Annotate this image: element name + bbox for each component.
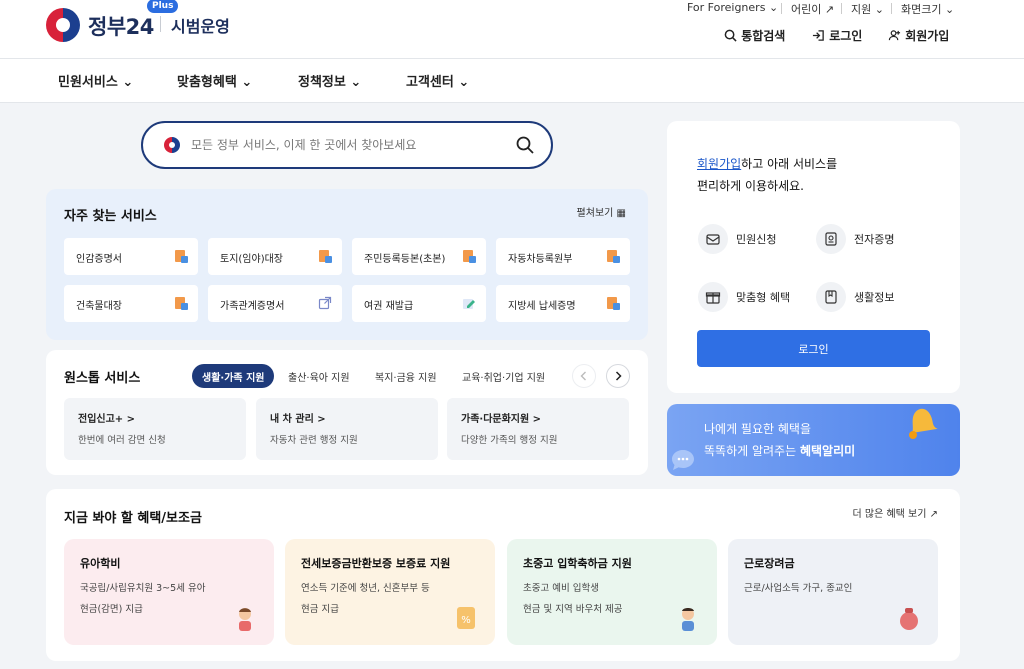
signup-link[interactable]: 회원가입 <box>697 157 741 171</box>
quick-link-label[interactable]: 맞춤형 혜택 <box>736 289 790 305</box>
benefit-card[interactable]: 초중고 입학축하금 지원 초중고 예비 입학생 현금 및 지역 바우처 제공 <box>507 539 717 645</box>
signup-prompt-text: 회원가입하고 아래 서비스를 편리하게 이용하세요. <box>697 157 838 193</box>
external-link-icon <box>318 296 332 310</box>
gnb-customer-center[interactable]: 고객센터 ⌄ <box>406 71 469 90</box>
expand-button[interactable]: 펼쳐보기 ▦ <box>577 204 626 219</box>
benefit-card[interactable]: 전세보증금반환보증 보증료 지원 연소득 기준에 청년, 신혼부부 등 현금 지… <box>285 539 495 645</box>
quick-link-label[interactable]: 민원신청 <box>736 231 776 247</box>
tab-welfare-finance[interactable]: 복지·금융 지원 <box>375 364 437 388</box>
document-icon <box>463 250 476 263</box>
utility-divider <box>841 3 842 14</box>
student-icon <box>682 608 694 631</box>
benefit-alert-banner[interactable]: 나에게 필요한 혜택을 똑똑하게 알려주는 혜택알리미 <box>667 404 960 476</box>
one-stop-card[interactable]: 가족·다문화지원 > 다양한 가족의 행정 지원 <box>447 398 629 460</box>
tab-birth-childcare[interactable]: 출산·육아 지원 <box>288 364 350 388</box>
quick-link-label[interactable]: 전자증명 <box>854 231 894 247</box>
chevron-down-icon: ⌄ <box>944 3 955 16</box>
banner-line2: 똑똑하게 알려주는 혜택알리미 <box>704 444 856 458</box>
chevron-down-icon: ⌄ <box>350 75 362 90</box>
logo-text[interactable]: 정부24 <box>88 11 154 41</box>
chevron-down-icon: ⌄ <box>874 3 884 16</box>
main-navigation: 민원서비스 ⌄ 맞춤형혜택 ⌄ 정책정보 ⌄ 고객센터 ⌄ <box>0 59 1024 103</box>
tab-life-family[interactable]: 생활·가족 지원 <box>192 364 275 388</box>
search-icon <box>724 29 737 42</box>
signup-prompt-panel: 회원가입하고 아래 서비스를 편리하게 이용하세요. 민원신청 전자증명 맞춤형… <box>667 121 960 393</box>
service-chip[interactable]: 자동차등록원부 <box>496 238 630 275</box>
pencil-icon <box>463 299 475 309</box>
login-link[interactable]: 로그인 <box>812 27 862 44</box>
service-chip[interactable]: 가족관계증명서 <box>208 285 342 322</box>
add-user-icon <box>888 30 901 41</box>
service-chip[interactable]: 인감증명서 <box>64 238 198 275</box>
bell-icon <box>909 408 938 439</box>
chevron-down-icon: ⌄ <box>241 75 253 90</box>
gnb-civil-services[interactable]: 민원서비스 ⌄ <box>58 71 133 90</box>
site-header: 정부24 Plus 시범운영 For Foreigners ⌄ 어린이 ↗ 지원… <box>0 0 1024 59</box>
money-bag-icon <box>900 608 918 630</box>
frequent-services-panel: 자주 찾는 서비스 펼쳐보기 ▦ 인감증명서 토지(임야)대장 주민등록등본(초… <box>46 189 648 340</box>
civil-application-icon[interactable] <box>698 224 728 254</box>
chevron-left-icon <box>580 371 586 381</box>
chevron-down-icon: ⌄ <box>122 75 134 90</box>
logo-divider <box>160 16 161 32</box>
service-chip[interactable]: 건축물대장 <box>64 285 198 322</box>
next-button[interactable] <box>606 364 630 388</box>
chevron-right-icon <box>615 371 622 381</box>
benefits-section: 지금 봐야 할 혜택/보조금 더 많은 혜택 보기 ↗ 유아학비 국공립/사립유… <box>46 489 960 661</box>
section-title: 지금 봐야 할 혜택/보조금 <box>64 511 202 526</box>
tab-education-jobs[interactable]: 교육·취업·기업 지원 <box>462 364 545 388</box>
book-icon[interactable] <box>816 282 846 312</box>
utility-divider <box>891 3 892 14</box>
search-icon[interactable] <box>515 135 535 155</box>
e-certificate-icon[interactable] <box>816 224 846 254</box>
logo-subtitle: 시범운영 <box>171 17 230 36</box>
external-link-icon: ↗ <box>929 509 938 520</box>
one-stop-card[interactable]: 전입신고+ > 한번에 여러 감면 신청 <box>64 398 246 460</box>
for-foreigners-link[interactable]: For Foreigners ⌄ <box>687 1 778 14</box>
document-icon <box>319 250 332 263</box>
section-title: 자주 찾는 서비스 <box>64 209 157 224</box>
document-icon <box>175 250 188 263</box>
service-chip[interactable]: 주민등록등본(초본) <box>352 238 486 275</box>
gov-emblem-icon[interactable] <box>46 8 80 42</box>
support-menu[interactable]: 지원 ⌄ <box>851 1 884 17</box>
service-chip[interactable]: 토지(임야)대장 <box>208 238 342 275</box>
login-icon <box>812 30 824 41</box>
service-chip[interactable]: 여권 재발급 <box>352 285 486 322</box>
svg-text:%: % <box>461 615 471 626</box>
utility-divider <box>781 3 782 14</box>
document-icon <box>607 297 620 310</box>
more-benefits-link[interactable]: 더 많은 혜택 보기 ↗ <box>852 505 938 520</box>
signup-link[interactable]: 회원가입 <box>888 27 949 44</box>
grid-icon: ▦ <box>616 208 626 219</box>
benefit-card[interactable]: 유아학비 국공립/사립유치원 3~5세 유아 현금(감면) 지급 <box>64 539 274 645</box>
gnb-custom-benefits[interactable]: 맞춤형혜택 ⌄ <box>177 71 252 90</box>
gnb-policy-info[interactable]: 정책정보 ⌄ <box>298 71 361 90</box>
login-button[interactable]: 로그인 <box>697 330 930 367</box>
quick-link-label[interactable]: 생활정보 <box>854 289 894 305</box>
benefit-card[interactable]: 근로장려금 근로/사업소득 가구, 종교인 <box>728 539 938 645</box>
gov-emblem-icon <box>164 137 180 153</box>
document-icon <box>607 250 620 263</box>
document-icon <box>175 297 188 310</box>
integrated-search-link[interactable]: 통합검색 <box>724 27 785 44</box>
one-stop-services-panel: 원스톱 서비스 생활·가족 지원 출산·육아 지원 복지·금융 지원 교육·취업… <box>46 350 648 475</box>
child-icon <box>239 608 251 631</box>
external-link-icon: ↗ <box>824 3 835 16</box>
gift-icon[interactable] <box>698 282 728 312</box>
section-title: 원스톱 서비스 <box>64 371 141 386</box>
chat-bubble-icon <box>672 450 694 470</box>
kids-link[interactable]: 어린이 ↗ <box>791 1 834 17</box>
service-chip[interactable]: 지방세 납세증명 <box>496 285 630 322</box>
banner-line1: 나에게 필요한 혜택을 <box>704 422 811 436</box>
prev-button[interactable] <box>572 364 596 388</box>
screen-size-menu[interactable]: 화면크기 ⌄ <box>901 1 954 17</box>
search-input[interactable] <box>191 135 491 155</box>
discount-tag-icon: % <box>457 607 475 629</box>
plus-badge: Plus <box>147 0 179 13</box>
chevron-down-icon: ⌄ <box>768 1 779 14</box>
chevron-down-icon: ⌄ <box>458 75 470 90</box>
main-search-bar <box>141 121 553 169</box>
one-stop-card[interactable]: 내 차 관리 > 자동차 관련 행정 지원 <box>256 398 438 460</box>
